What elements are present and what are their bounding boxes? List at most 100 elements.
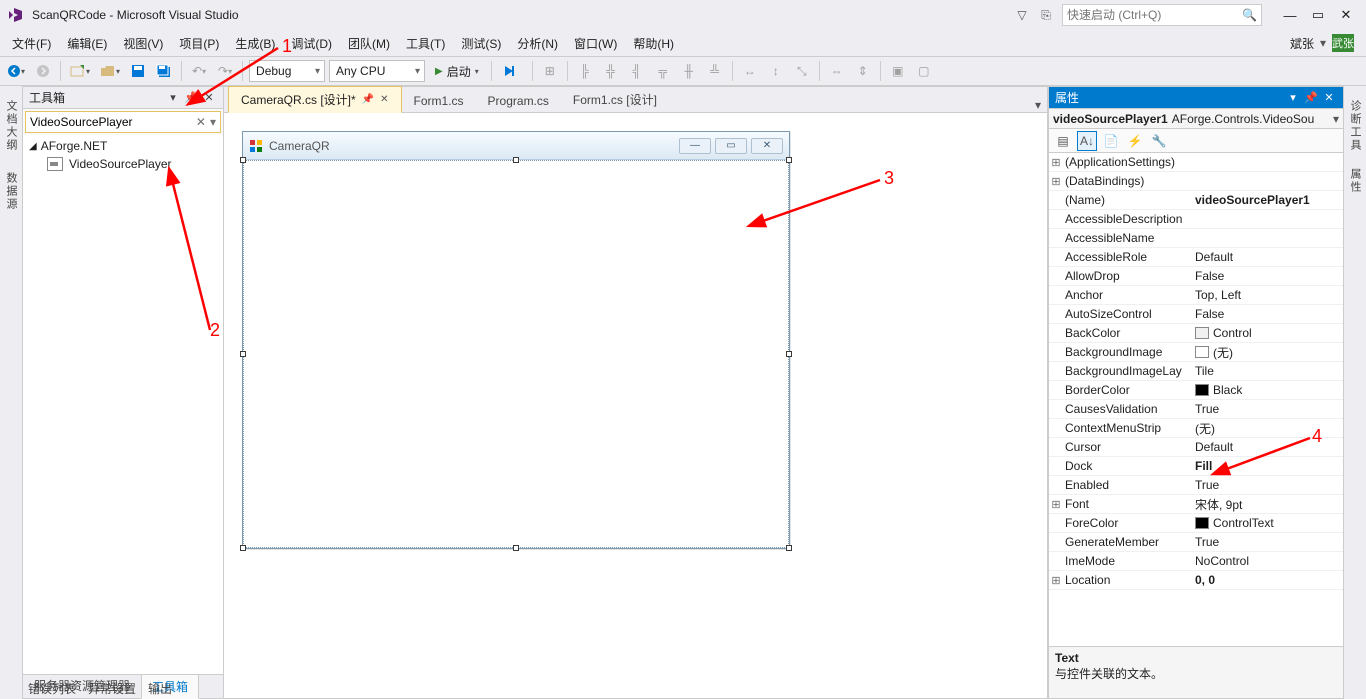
close-icon[interactable]: ✕ [1321, 90, 1337, 106]
property-row[interactable]: ⊞(ApplicationSettings) [1049, 153, 1343, 172]
notifications-icon[interactable]: ▽ [1014, 7, 1030, 23]
property-row[interactable]: BorderColorBlack [1049, 381, 1343, 400]
resize-handle[interactable] [786, 545, 792, 551]
save-all-button[interactable] [153, 60, 175, 82]
menu-file[interactable]: 文件(F) [4, 32, 59, 55]
categorized-icon[interactable]: ▤ [1053, 131, 1073, 151]
property-row[interactable]: BackgroundImage(无) [1049, 343, 1343, 362]
expand-icon[interactable]: ⊞ [1049, 574, 1063, 587]
undo-button[interactable]: ↶▾ [188, 60, 210, 82]
quick-launch-input[interactable] [1067, 8, 1242, 22]
resize-handle[interactable] [513, 545, 519, 551]
maximize-button[interactable]: ▭ [1306, 5, 1330, 25]
property-row[interactable]: EnabledTrue [1049, 476, 1343, 495]
new-project-button[interactable]: ▾ [67, 60, 93, 82]
property-row[interactable]: ImeModeNoControl [1049, 552, 1343, 571]
property-row[interactable]: AccessibleName [1049, 229, 1343, 248]
property-value[interactable]: Tile [1191, 364, 1343, 378]
config-combo[interactable]: Debug [249, 60, 325, 82]
expand-icon[interactable]: ⊞ [1049, 498, 1063, 511]
clear-icon[interactable]: ✕ [196, 115, 206, 129]
doc-tab[interactable]: Form1.cs [设计] [561, 87, 669, 112]
property-row[interactable]: AutoSizeControlFalse [1049, 305, 1343, 324]
tab-exception-settings[interactable]: 异常设置 [88, 680, 136, 697]
tab-output[interactable]: 输出 [148, 680, 172, 697]
menu-help[interactable]: 帮助(H) [625, 32, 682, 55]
resize-handle[interactable] [786, 157, 792, 163]
property-value[interactable]: ControlText [1191, 516, 1343, 530]
property-value[interactable]: 宋体, 9pt [1191, 496, 1343, 513]
property-value[interactable]: True [1191, 535, 1343, 549]
size-width-icon[interactable]: ↔ [739, 60, 761, 82]
pin-icon[interactable]: 📌 [1303, 90, 1319, 106]
user-name[interactable]: 斌张 [1290, 35, 1314, 52]
property-value[interactable]: True [1191, 478, 1343, 492]
menu-edit[interactable]: 编辑(E) [59, 32, 115, 55]
property-row[interactable]: ContextMenuStrip(无) [1049, 419, 1343, 438]
property-value[interactable]: False [1191, 307, 1343, 321]
align-middle-icon[interactable]: ╫ [678, 60, 700, 82]
chevron-down-icon[interactable]: ▾ [165, 90, 181, 106]
resize-handle[interactable] [240, 545, 246, 551]
toolbox-item[interactable]: VideoSourcePlayer [23, 155, 223, 173]
alphabetical-icon[interactable]: A↓ [1077, 131, 1097, 151]
tabs-overflow-icon[interactable]: ▾ [1035, 98, 1047, 112]
toolbox-search-input[interactable] [30, 115, 194, 129]
resize-handle[interactable] [786, 351, 792, 357]
platform-combo[interactable]: Any CPU [329, 60, 425, 82]
properties-object-selector[interactable]: videoSourcePlayer1AForge.Controls.VideoS… [1049, 109, 1343, 129]
property-row[interactable]: (Name)videoSourcePlayer1 [1049, 191, 1343, 210]
menu-tools[interactable]: 工具(T) [398, 32, 453, 55]
user-avatar-badge[interactable]: 武张 [1332, 34, 1354, 52]
property-value[interactable]: False [1191, 269, 1343, 283]
tab-error-list[interactable]: 错误列表 [28, 680, 76, 697]
menu-test[interactable]: 测试(S) [453, 32, 509, 55]
property-value[interactable]: NoControl [1191, 554, 1343, 568]
toolbox-group[interactable]: ◢ AForge.NET [23, 137, 223, 155]
property-row[interactable]: DockFill [1049, 457, 1343, 476]
menu-build[interactable]: 生成(B) [227, 32, 283, 55]
collapse-icon[interactable]: ◢ [29, 141, 37, 152]
toolbox-tree[interactable]: ◢ AForge.NET VideoSourcePlayer [23, 135, 223, 674]
nav-fwd-button[interactable] [32, 60, 54, 82]
vtab-properties[interactable]: 属性 [1345, 160, 1365, 202]
size-both-icon[interactable]: ⤡ [791, 60, 813, 82]
property-row[interactable]: BackColorControl [1049, 324, 1343, 343]
property-row[interactable]: AccessibleRoleDefault [1049, 248, 1343, 267]
menu-project[interactable]: 项目(P) [171, 32, 227, 55]
video-source-player-control[interactable] [243, 160, 789, 548]
vtab-doc-outline[interactable]: 文档大纲 [1, 92, 21, 160]
menu-window[interactable]: 窗口(W) [566, 32, 625, 55]
menu-analyze[interactable]: 分析(N) [509, 32, 566, 55]
resize-handle[interactable] [240, 157, 246, 163]
property-row[interactable]: ⊞Location0, 0 [1049, 571, 1343, 590]
align-left-icon[interactable]: ╠ [574, 60, 596, 82]
align-right-icon[interactable]: ╣ [626, 60, 648, 82]
resize-handle[interactable] [513, 157, 519, 163]
toolbox-search[interactable]: ✕ ▾ [25, 111, 221, 133]
search-icon[interactable]: 🔍 [1242, 8, 1257, 22]
resize-handle[interactable] [240, 351, 246, 357]
doc-tab-active[interactable]: CameraQR.cs [设计]*📌✕ [228, 86, 402, 113]
property-value[interactable]: (无) [1191, 344, 1343, 361]
chevron-down-icon[interactable]: ▾ [1285, 90, 1301, 106]
send-back-icon[interactable]: ▢ [913, 60, 935, 82]
menu-view[interactable]: 视图(V) [115, 32, 171, 55]
property-value[interactable]: Control [1191, 326, 1343, 340]
bring-front-icon[interactable]: ▣ [887, 60, 909, 82]
property-row[interactable]: AccessibleDescription [1049, 210, 1343, 229]
events-icon[interactable]: ⚡ [1125, 131, 1145, 151]
property-row[interactable]: CursorDefault [1049, 438, 1343, 457]
feedback-icon[interactable]: ⎘ [1038, 7, 1054, 23]
size-height-icon[interactable]: ↕ [765, 60, 787, 82]
close-button[interactable]: ✕ [1334, 5, 1358, 25]
property-value[interactable]: True [1191, 402, 1343, 416]
properties-icon[interactable]: 📄 [1101, 131, 1121, 151]
doc-tab[interactable]: Program.cs [476, 90, 561, 112]
align-top-icon[interactable]: ╦ [652, 60, 674, 82]
property-row[interactable]: AllowDropFalse [1049, 267, 1343, 286]
align-bottom-icon[interactable]: ╩ [704, 60, 726, 82]
align-center-icon[interactable]: ╬ [600, 60, 622, 82]
designer-canvas[interactable]: CameraQR — ▭ ✕ [224, 113, 1047, 698]
property-row[interactable]: BackgroundImageLayTile [1049, 362, 1343, 381]
